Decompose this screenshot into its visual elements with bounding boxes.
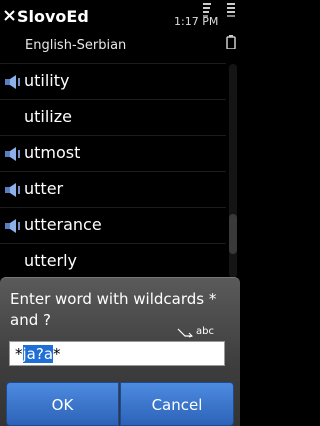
dialog-prompt: Enter word with wildcards * and ? (10, 290, 217, 329)
wildcard-dialog: Enter word with wildcards * and ? abc *j… (0, 277, 240, 426)
ok-button[interactable]: OK (6, 382, 119, 426)
input-suffix: * (53, 345, 61, 363)
wildcard-input[interactable]: *ja?a* (9, 341, 225, 366)
speaker-icon[interactable] (4, 146, 24, 162)
list-item[interactable]: utterance (0, 207, 226, 243)
word-label: utterance (24, 215, 102, 234)
word-label: utilize (24, 107, 72, 126)
title-bar: SlovoEd 1:17 PM (0, 0, 240, 49)
list-item[interactable]: utmost (0, 135, 226, 171)
list-item[interactable]: utter (0, 171, 226, 207)
word-label: utterly (24, 251, 78, 270)
list-item[interactable]: utterly (0, 243, 226, 279)
scroll-thumb[interactable] (229, 214, 237, 254)
speaker-icon[interactable] (4, 182, 24, 198)
app-title: SlovoEd (17, 7, 89, 26)
speaker-icon[interactable] (4, 74, 24, 90)
battery-icon (226, 3, 236, 49)
scrollbar[interactable] (229, 64, 237, 278)
dictionary-name: English-Serbian (25, 38, 127, 53)
signal-icon (203, 3, 211, 17)
word-label: utility (24, 71, 70, 90)
pen-icon (177, 328, 193, 338)
list-item[interactable]: utility (0, 63, 226, 99)
word-label: utmost (24, 143, 81, 162)
input-mode-indicator: abc (196, 326, 214, 337)
input-selection: ja?a (22, 345, 54, 363)
speaker-icon[interactable] (4, 218, 24, 234)
cancel-button[interactable]: Cancel (120, 382, 234, 426)
word-label: utter (24, 179, 64, 198)
close-icon[interactable] (3, 9, 16, 22)
list-item[interactable]: utilize (0, 99, 226, 135)
input-prefix: * (15, 345, 23, 363)
